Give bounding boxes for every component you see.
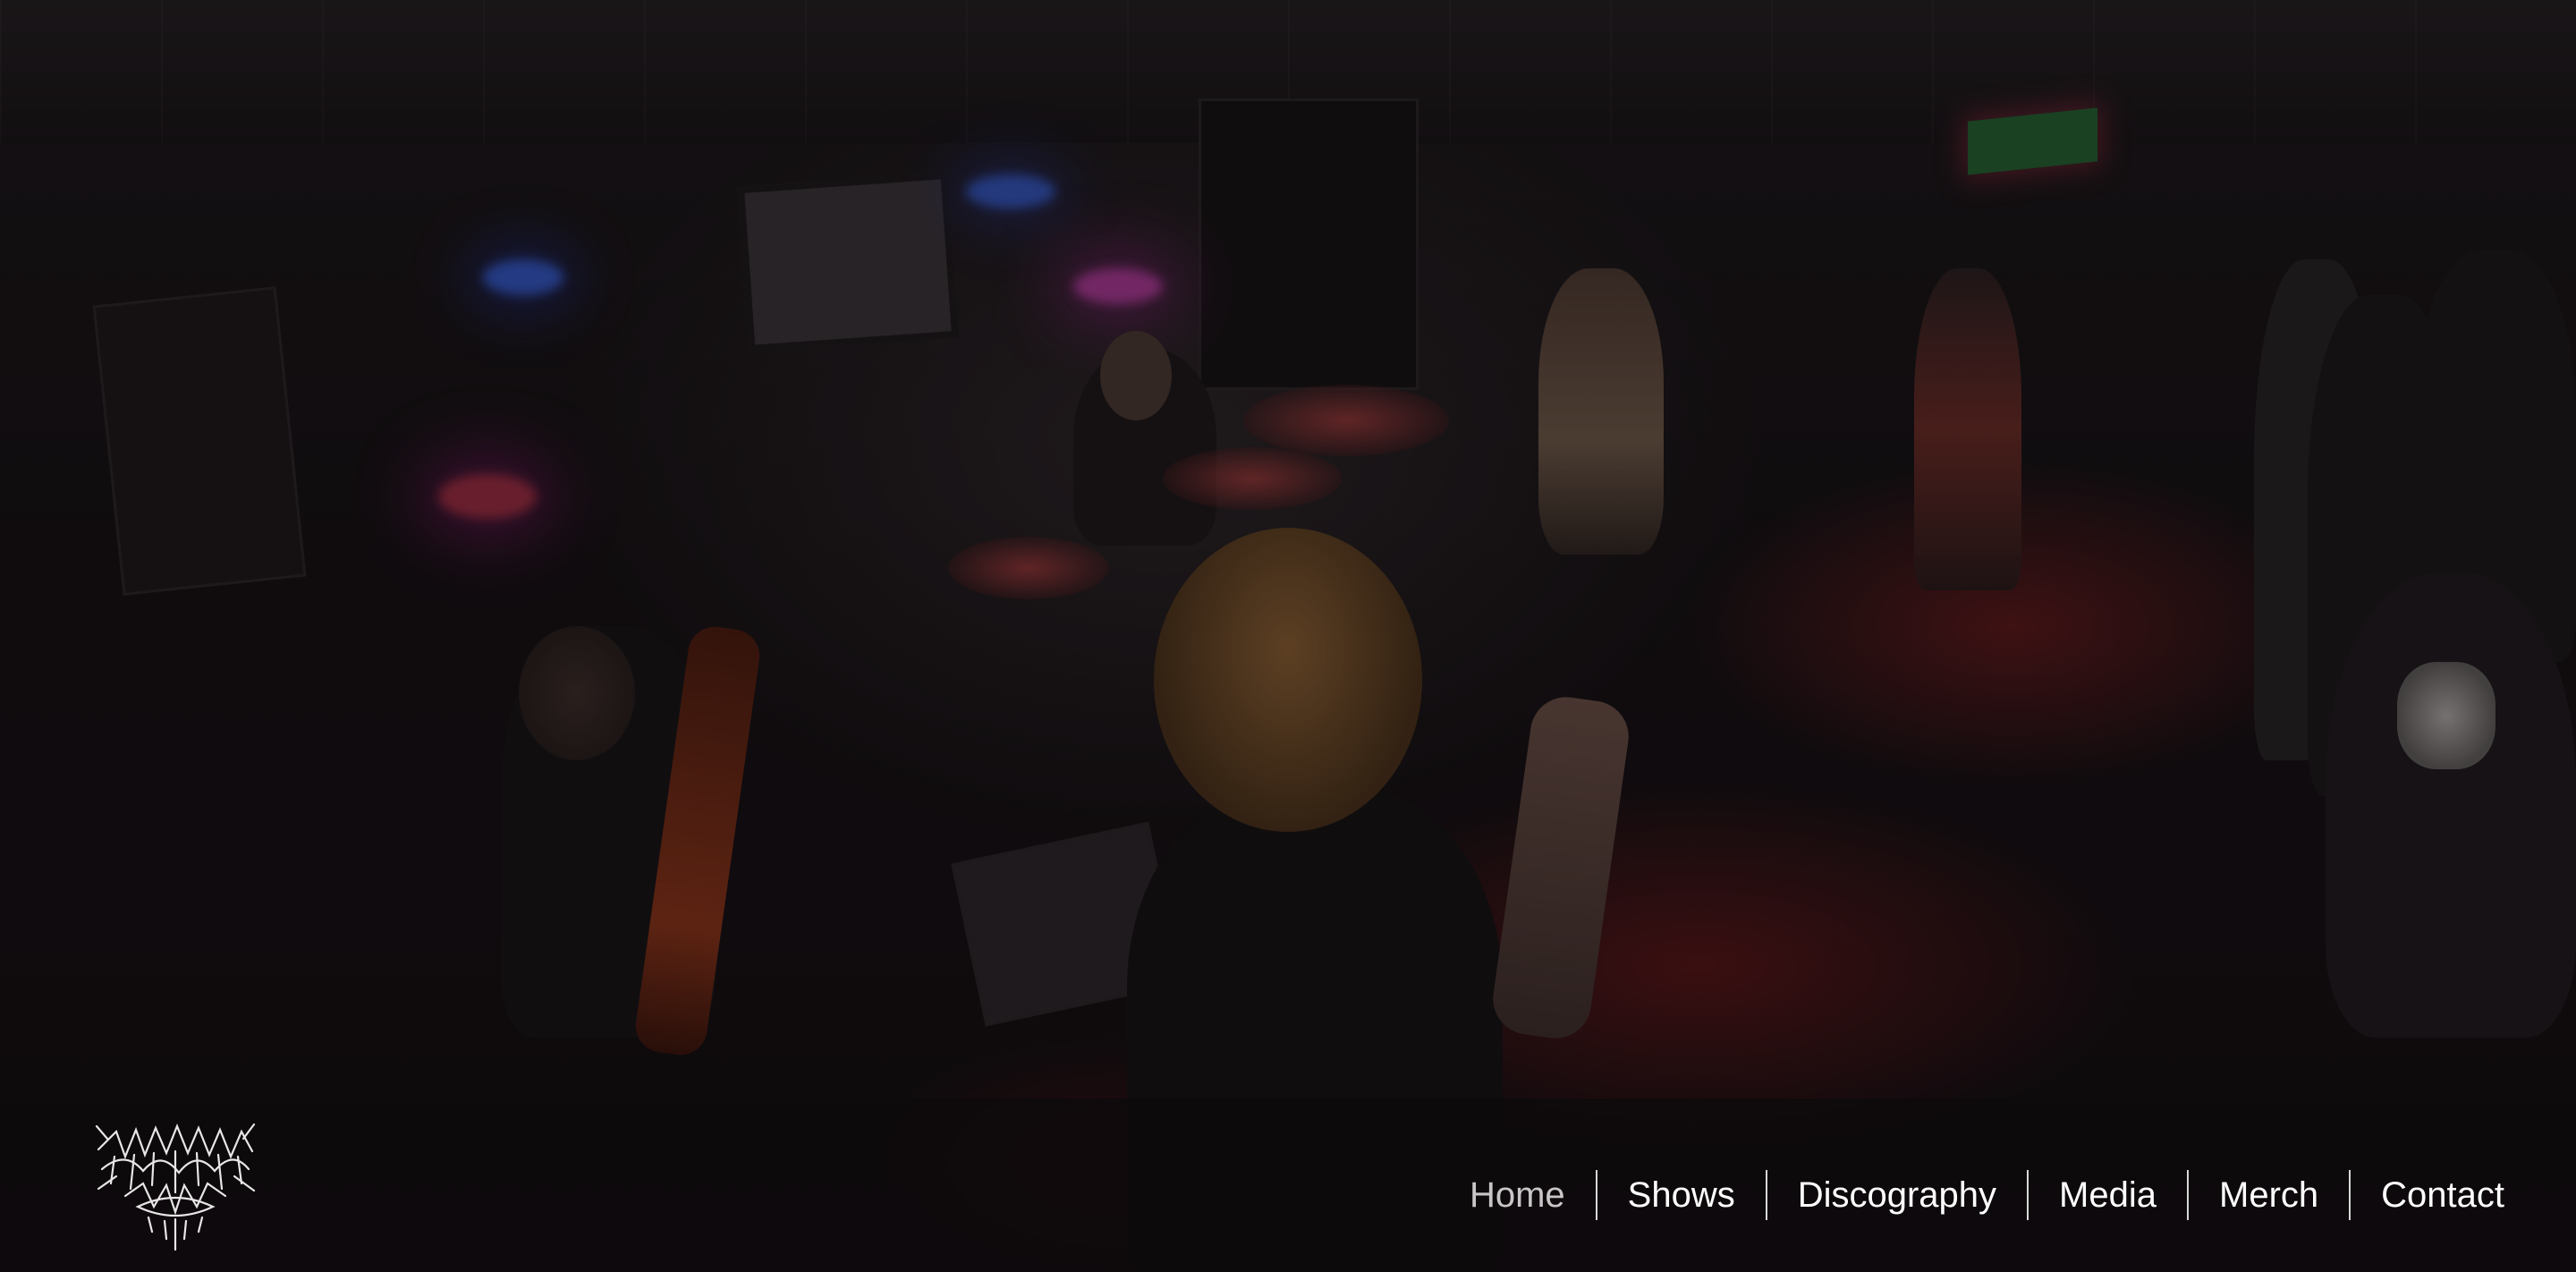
nav-shows[interactable]: Shows [1597, 1170, 1766, 1220]
nav-contact[interactable]: Contact [2351, 1170, 2504, 1220]
nav-merch[interactable]: Merch [2189, 1170, 2349, 1220]
dark-overlay [0, 0, 2576, 1272]
main-nav: Home Shows Discography Media Merch Conta… [1439, 1170, 2504, 1220]
page: Home Shows Discography Media Merch Conta… [0, 0, 2576, 1272]
site-navbar: Home Shows Discography Media Merch Conta… [0, 1098, 2576, 1272]
band-logo-icon [95, 1123, 256, 1251]
nav-discography[interactable]: Discography [1767, 1170, 2027, 1220]
nav-media[interactable]: Media [2029, 1170, 2187, 1220]
nav-home[interactable]: Home [1439, 1170, 1596, 1220]
band-logo[interactable] [89, 1114, 259, 1257]
